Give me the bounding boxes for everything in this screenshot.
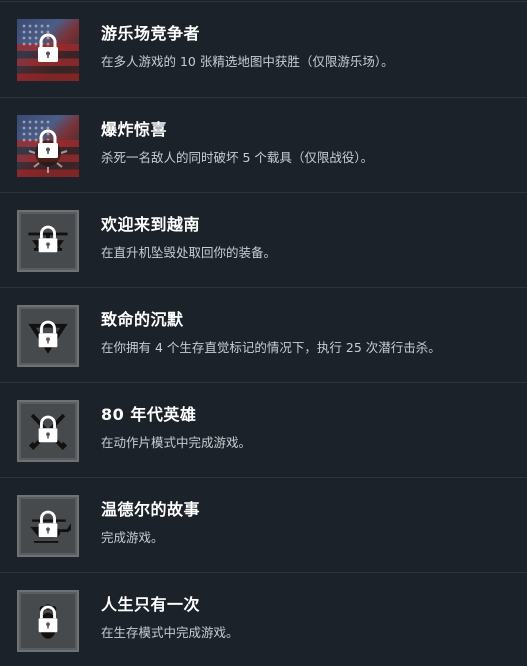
achievement-row[interactable]: 人生只有一次 在生存模式中完成游戏。 [0, 572, 527, 666]
achievement-title: 温德尔的故事 [101, 500, 201, 519]
achievement-title: 人生只有一次 [101, 595, 201, 614]
helicopter-side-lock-icon [17, 495, 79, 557]
achievement-description: 杀死一名敌人的同时破坏 5 个载具（仅限战役）。 [101, 150, 374, 165]
achievement-row[interactable]: 游乐场竞争者 在多人游戏的 10 张精选地图中获胜（仅限游乐场）。 [0, 1, 527, 95]
achievement-description: 在动作片模式中完成游戏。 [101, 435, 252, 450]
triangle-lock-icon [17, 305, 79, 367]
achievement-description: 完成游戏。 [101, 530, 164, 545]
flag-lock-icon [17, 19, 79, 81]
lock-icon [38, 510, 58, 538]
achievement-description: 在直升机坠毁处取回你的装备。 [101, 245, 277, 260]
achievement-description: 在多人游戏的 10 张精选地图中获胜（仅限游乐场）。 [101, 54, 394, 69]
helicopter-lock-icon [17, 210, 79, 272]
achievement-title: 致命的沉默 [101, 310, 184, 329]
achievement-title: 欢迎来到越南 [101, 215, 201, 234]
flag-explosion-lock-icon [17, 115, 79, 177]
lock-icon [38, 33, 58, 62]
achievement-list: 游乐场竞争者 在多人游戏的 10 张精选地图中获胜（仅限游乐场）。 爆炸惊喜 杀… [0, 0, 527, 652]
lock-icon [38, 605, 58, 633]
footprint-lock-icon [17, 590, 79, 652]
achievement-description: 在你拥有 4 个生存直觉标记的情况下，执行 25 次潜行击杀。 [101, 340, 441, 355]
lock-icon [38, 320, 58, 348]
achievement-row[interactable]: 80 年代英雄 在动作片模式中完成游戏。 [0, 382, 527, 476]
lock-icon [38, 129, 58, 158]
lock-icon [38, 225, 58, 253]
achievement-row[interactable]: 温德尔的故事 完成游戏。 [0, 477, 527, 571]
achievement-row[interactable]: 欢迎来到越南 在直升机坠毁处取回你的装备。 [0, 192, 527, 286]
crossed-rifles-lock-icon [17, 400, 79, 462]
achievement-title: 爆炸惊喜 [101, 120, 168, 139]
achievement-description: 在生存模式中完成游戏。 [101, 625, 239, 640]
achievement-title: 80 年代英雄 [101, 405, 197, 424]
achievement-title: 游乐场竞争者 [101, 24, 201, 43]
achievement-row[interactable]: 爆炸惊喜 杀死一名敌人的同时破坏 5 个载具（仅限战役）。 [0, 97, 527, 191]
achievement-row[interactable]: 致命的沉默 在你拥有 4 个生存直觉标记的情况下，执行 25 次潜行击杀。 [0, 287, 527, 381]
lock-icon [38, 415, 58, 443]
